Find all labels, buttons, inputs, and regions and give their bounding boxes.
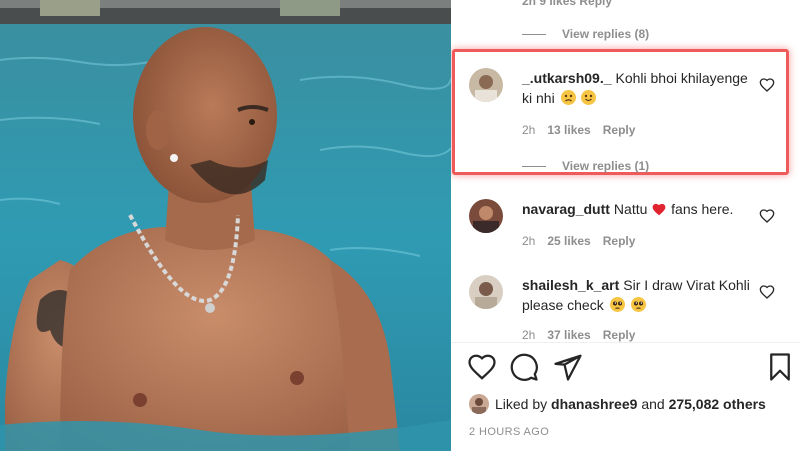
comment-text: _.utkarsh09._ Kohli bhoi khilayenge ki nh… (522, 68, 752, 108)
pleading-face-emoji (609, 297, 625, 312)
comments-panel: 2h 9 likes Reply View replies (8) _.utka… (451, 0, 800, 451)
action-bar (467, 352, 795, 386)
likes-others-link[interactable]: 275,082 others (669, 396, 766, 412)
view-replies-button[interactable]: View replies (1) (522, 159, 649, 173)
comment-username[interactable]: shailesh_k_art (522, 277, 619, 293)
post-timestamp[interactable]: 2 HOURS AGO (469, 426, 549, 438)
smiling-face-emoji (581, 90, 597, 105)
avatar[interactable] (469, 275, 503, 309)
replies-line (522, 165, 546, 167)
bookmark-icon[interactable] (765, 352, 795, 382)
liked-by-username[interactable]: dhanashree9 (551, 396, 637, 412)
heart-outline-icon[interactable] (467, 352, 497, 382)
red-heart-emoji (652, 203, 666, 216)
avatar[interactable] (469, 394, 489, 414)
avatar[interactable] (469, 199, 503, 233)
reply-button[interactable]: Reply (603, 123, 636, 137)
comment-text: shailesh_k_art Sir I draw Virat Kohli ple… (522, 275, 752, 315)
comment-meta: 2h 37 likes Reply (522, 328, 647, 342)
view-replies-label: View replies (1) (562, 159, 650, 173)
reply-button[interactable]: Reply (603, 234, 636, 248)
comment-time: 2h (522, 234, 536, 248)
likes-summary: Liked by dhanashree9 and 275,082 others (469, 394, 766, 414)
comment-likes[interactable]: 25 likes (547, 234, 590, 248)
heart-outline-icon[interactable] (759, 77, 775, 93)
comment-body: Nattu (613, 201, 648, 217)
comment-body-suffix: fans here. (671, 201, 734, 217)
pleading-face-emoji (630, 297, 646, 312)
likes-prefix: Liked by (495, 396, 548, 412)
comment-likes[interactable]: 37 likes (547, 328, 590, 342)
comment-meta: 2h 25 likes Reply (522, 234, 647, 248)
comment-likes[interactable]: 13 likes (547, 123, 590, 137)
comment-bubble-icon[interactable] (509, 352, 539, 382)
comment-meta: 2h 13 likes Reply (522, 123, 647, 137)
avatar[interactable] (469, 68, 503, 102)
comment-time: 2h (522, 123, 536, 137)
heart-outline-icon[interactable] (759, 284, 775, 300)
comment-username[interactable]: navarag_dutt (522, 201, 610, 217)
person-in-pool-photo (0, 0, 451, 451)
partial-meta-text: 2h 9 likes Reply (522, 0, 613, 8)
likes-joiner: and (641, 396, 665, 412)
view-replies-label: View replies (8) (562, 27, 650, 41)
sad-face-emoji (560, 90, 576, 105)
comment-time: 2h (522, 328, 536, 342)
heart-outline-icon[interactable] (759, 208, 775, 224)
comment-meta-partial: 2h 9 likes Reply (522, 0, 624, 8)
reply-button[interactable]: Reply (603, 328, 636, 342)
replies-line (522, 33, 546, 35)
comment-text: navarag_dutt Nattu fans here. (522, 199, 752, 219)
comment-username[interactable]: _.utkarsh09._ (522, 70, 612, 86)
paper-plane-icon[interactable] (553, 352, 583, 382)
post-photo[interactable] (0, 0, 451, 451)
view-replies-button[interactable]: View replies (8) (522, 27, 649, 41)
divider (451, 342, 800, 343)
